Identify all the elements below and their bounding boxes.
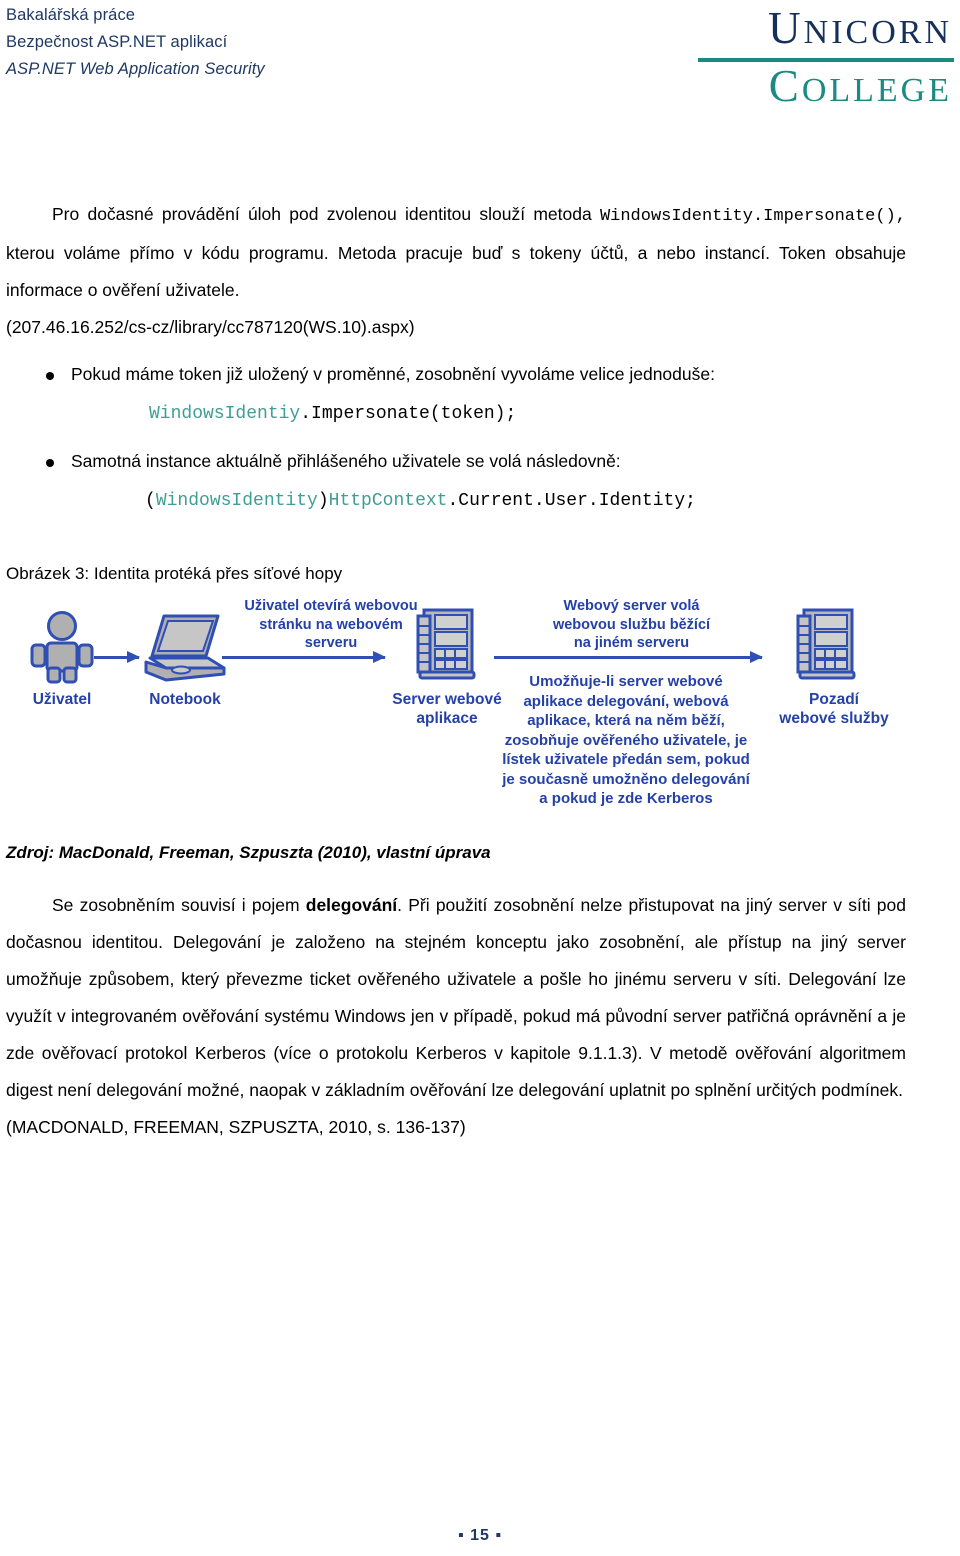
bullet-text-current-instance: Samotná instance aktuálně přihlášeného u… — [71, 451, 621, 471]
diagram-node-label-notebook: Notebook — [149, 691, 221, 708]
code-type-windowsidentity: WindowsIdentity — [155, 491, 318, 511]
header-title-block: Bakalářská práce Bezpečnost ASP.NET apli… — [6, 2, 265, 83]
citation-line: (MACDONALD, FREEMAN, SZPUSZTA, 2010, s. … — [6, 1117, 466, 1137]
arrow-notebook-to-webserver — [222, 651, 386, 663]
figure-source-attribution: Zdroj: MacDonald, Freeman, Szpuszta (201… — [6, 843, 491, 862]
intro-text-after-code: kterou voláme přímo v kódu programu. Met… — [6, 243, 906, 300]
arrow-user-to-notebook — [94, 651, 140, 663]
arrow-label-user-opens-page: Uživatel otevírá webovou stránku na webo… — [244, 598, 418, 651]
logo-unicorn-wordmark: UNICORN — [768, 3, 952, 53]
page-number: ▪ 15 ▪ — [457, 1527, 503, 1544]
page-footer: ▪ 15 ▪ — [0, 1527, 960, 1545]
msdn-source-url: (207.46.16.252/cs-cz/library/cc787120(WS… — [6, 317, 415, 337]
header-line-thesis-title-en: ASP.NET Web Application Security — [6, 60, 265, 78]
code-snippet-impersonate: WindowsIdentiy.Impersonate(token); — [149, 392, 906, 436]
server-rack-icon — [416, 608, 478, 691]
code-type-windowsidentiy: WindowsIdentiy — [149, 404, 301, 424]
code-example-list: Pokud máme token již uložený v proměnné,… — [6, 357, 906, 523]
document-header: Bakalářská práce Bezpečnost ASP.NET apli… — [0, 0, 960, 115]
trailing-paragraphs: Se zosobněním souvisí i pojem delegování… — [6, 887, 906, 1146]
code-rest-impersonate: .Impersonate(token); — [300, 404, 517, 424]
logo-college-wordmark: COLLEGE — [768, 61, 952, 111]
code-rest-current-identity: .Current.User.Identity; — [447, 491, 696, 511]
delegation-text-a: Se zosobněním souvisí i pojem — [52, 895, 306, 915]
delegation-paragraph: Se zosobněním souvisí i pojem delegování… — [6, 887, 906, 1109]
diagram-node-label-user: Uživatel — [32, 691, 92, 708]
delegation-keyword: delegování — [305, 895, 398, 915]
header-line-thesis-type: Bakalářská práce — [6, 6, 136, 24]
identity-flow-diagram: Uživatel Notebook Uživatel otevírá webov… — [6, 594, 906, 829]
person-icon — [28, 610, 96, 689]
delegation-text-b: . Při použití zosobnění nelze přistupova… — [6, 895, 906, 1100]
arrow-label-server-calls-service: Webový server volá webovou službu běžící… — [552, 598, 711, 651]
figure-block: Obrázek 3: Identita protéká přes síťové … — [6, 562, 906, 865]
diagram-delegation-note: Umožňuje-li server webové aplikace deleg… — [502, 673, 750, 807]
arrow-webserver-to-webservice — [494, 651, 763, 663]
code-paren-close: ) — [317, 491, 329, 511]
code-paren-open: ( — [145, 491, 156, 511]
unicorn-college-logo: UNICORN COLLEGE — [682, 4, 954, 115]
header-line-thesis-title-cs: Bezpečnost ASP.NET aplikací — [6, 33, 228, 51]
intro-paragraph: Pro dočasné provádění úloh pod zvolenou … — [6, 196, 906, 309]
code-type-httpcontext: HttpContext — [328, 491, 448, 511]
document-content: Pro dočasné provádění úloh pod zvolenou … — [6, 196, 906, 1146]
intro-text-before-code: Pro dočasné provádění úloh pod zvolenou … — [52, 204, 600, 224]
diagram-node-label-background-service: Pozadí webové služby — [779, 691, 889, 727]
list-item: Pokud máme token již uložený v proměnné,… — [6, 357, 906, 436]
server-rack-icon — [796, 608, 858, 691]
bullet-text-stored-token: Pokud máme token již uložený v proměnné,… — [71, 364, 715, 384]
code-snippet-current-identity: (WindowsIdentity)HttpContext.Current.Use… — [145, 479, 906, 523]
list-item: Samotná instance aktuálně přihlášeného u… — [6, 444, 906, 523]
figure-caption: Obrázek 3: Identita protéká přes síťové … — [6, 564, 343, 583]
impersonate-method-code: WindowsIdentity.Impersonate(), — [599, 207, 906, 226]
